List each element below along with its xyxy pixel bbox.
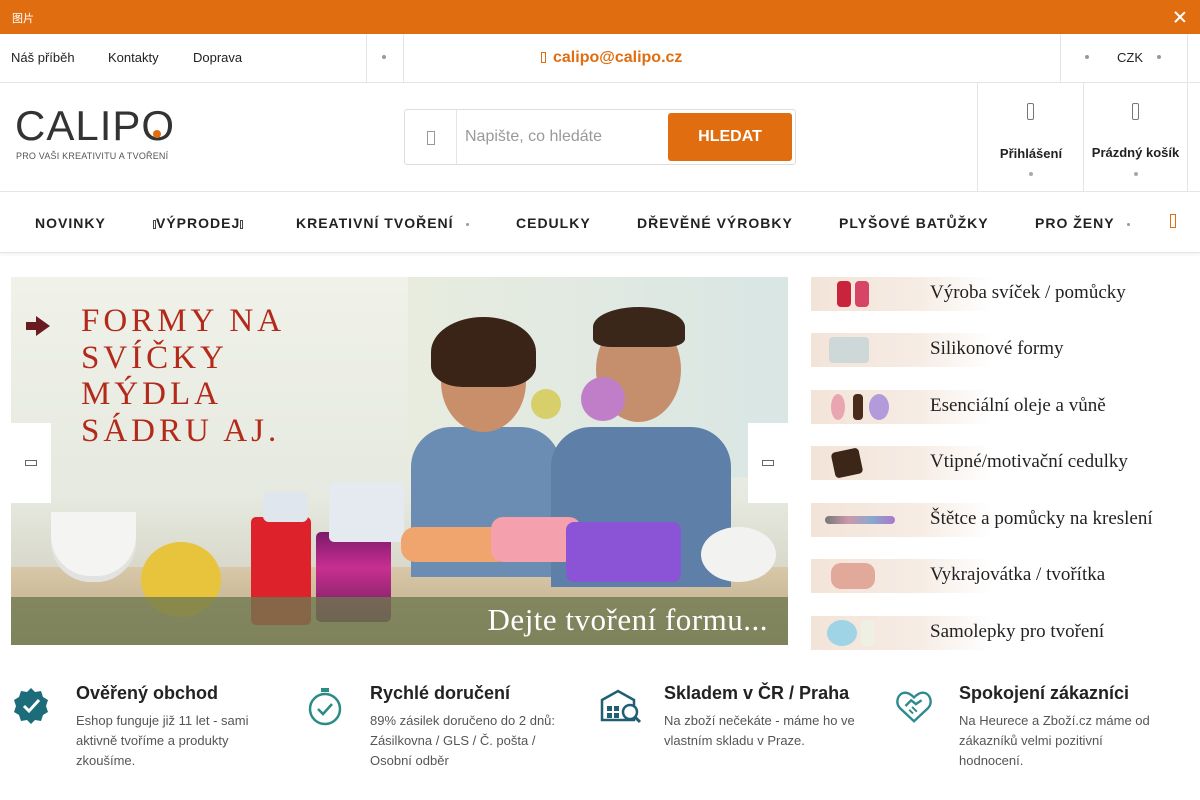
email-text: calipo@calipo.cz [553, 49, 683, 66]
woman-hair [431, 317, 536, 387]
dropdown-icon[interactable] [382, 55, 386, 59]
hero-banner[interactable]: FORMY NA SVÍČKY MÝDLA SÁDRU AJ. Dejte tv… [11, 277, 788, 645]
category-essential-oils[interactable]: Esenciální oleje a vůně [811, 390, 1189, 424]
logo-tagline: PRO VAŠI KREATIVITU A TVOŘENÍ [16, 151, 169, 161]
category-label: Vykrajovátka / tvořítka [930, 564, 1106, 585]
benefit-satisfied-customers: Spokojení zákazníci Na Heurece a Zboží.c… [895, 683, 1185, 783]
banner-tagline: Dejte tvoření formu... [487, 602, 768, 637]
benefit-title: Skladem v ČR / Praha [664, 683, 850, 703]
soap-flower [531, 389, 561, 419]
nav-item-vyprodej[interactable]: VÝPRODEJ [153, 215, 244, 231]
category-label: Esenciální oleje a vůně [930, 395, 1106, 416]
divider [366, 34, 367, 82]
candle-mold [329, 482, 404, 542]
more-menu-icon[interactable] [1170, 214, 1176, 228]
search-button[interactable]: HLEDAT [668, 113, 792, 161]
link-contacts[interactable]: Kontakty [108, 50, 159, 65]
benefit-verified-shop: Ověřený obchod Eshop funguje již 11 let … [12, 683, 302, 783]
chevron-down-icon [1126, 222, 1130, 226]
email-link[interactable]: calipo@calipo.cz [541, 49, 682, 67]
nav-item-pro-zeny[interactable]: PRO ŽENY [1035, 215, 1130, 231]
close-icon[interactable] [1174, 11, 1186, 23]
category-silicone-molds[interactable]: Silikonové formy [811, 333, 1189, 367]
category-label: Vtipné/motivační cedulky [930, 451, 1128, 472]
white-mold [701, 527, 776, 582]
divider [1060, 34, 1061, 82]
notice-bar: 图片 [0, 0, 1200, 34]
banner-headline: FORMY NA SVÍČKY MÝDLA SÁDRU AJ. [81, 303, 286, 449]
handshake-heart-icon [896, 691, 932, 723]
user-icon [1027, 103, 1034, 120]
slider-prev-button[interactable] [11, 423, 51, 503]
nav-label: KREATIVNÍ TVOŘENÍ [296, 215, 454, 231]
login-label: Přihlášení [999, 146, 1063, 161]
chevron-down-icon [1029, 172, 1033, 176]
man-hair [593, 307, 685, 347]
slider-next-button[interactable] [748, 423, 788, 503]
soap-flower [581, 377, 625, 421]
benefit-text: Na zboží nečekáte - máme ho ve vlastním … [664, 713, 855, 748]
category-brushes[interactable]: Štětce a pomůcky na kreslení [811, 503, 1189, 537]
benefit-title: Ověřený obchod [76, 683, 219, 703]
benefit-title: Spokojení zákazníci [959, 683, 1130, 703]
nav-item-kreativni-tvoreni[interactable]: KREATIVNÍ TVOŘENÍ [296, 215, 469, 231]
benefit-text: Eshop funguje již 11 let - sami aktivně … [76, 713, 249, 768]
category-label: Štětce a pomůcky na kreslení [930, 508, 1153, 529]
site-logo[interactable]: CALIPO PRO VAŠI KREATIVITU A TVOŘENÍ [15, 105, 174, 167]
category-label: Samolepky pro tvoření [930, 621, 1105, 642]
envelope-icon [541, 52, 546, 63]
utility-bar: Náš příběh Kontakty Doprava calipo@calip… [0, 34, 1200, 83]
nav-item-novinky[interactable]: NOVINKY [35, 215, 106, 231]
category-label: Výroba svíček / pomůcky [930, 282, 1126, 303]
flame-icon [240, 220, 244, 229]
stopwatch-icon [308, 688, 342, 726]
benefit-title: Rychlé doručení [370, 683, 511, 703]
arrow-right-icon [26, 316, 50, 336]
nav-item-plysove-batuzky[interactable]: PLYŠOVÉ BATŮŽKY [839, 215, 989, 231]
search-input[interactable] [465, 124, 665, 150]
cart-icon [1132, 103, 1139, 120]
notice-text: 图片 [12, 13, 34, 25]
cart-label: Prázdný košík [1091, 145, 1180, 160]
site-header: CALIPO PRO VAŠI KREATIVITU A TVOŘENÍ HLE… [0, 83, 1200, 192]
chevron-down-icon[interactable] [1157, 55, 1161, 59]
currency-icon [1085, 55, 1089, 59]
benefit-text: Na Heurece a Zboží.cz máme od zákazníků … [959, 713, 1150, 768]
category-signs[interactable]: Vtipné/motivační cedulky [811, 446, 1189, 480]
category-candle-making[interactable]: Výroba svíček / pomůcky [811, 277, 1189, 311]
divider [1187, 34, 1188, 82]
chevron-down-icon [1134, 172, 1138, 176]
logo-wordmark: CALIPO [15, 102, 176, 149]
category-label: Silikonové formy [930, 338, 1064, 359]
nav-label: PRO ŽENY [1035, 215, 1115, 231]
category-stickers[interactable]: Samolepky pro tvoření [811, 616, 1189, 650]
banner-tagline-bar: Dejte tvoření formu... [11, 597, 788, 645]
candle-mold [263, 492, 308, 522]
main-nav: NOVINKY VÝPRODEJ KREATIVNÍ TVOŘENÍ CEDUL… [0, 192, 1200, 253]
search-bar: HLEDAT [404, 109, 796, 165]
cart-button[interactable]: Prázdný košík [1083, 83, 1188, 191]
chevron-down-icon [465, 222, 469, 226]
benefit-text: 89% zásilek doručeno do 2 dnů: Zásilkovn… [370, 713, 556, 768]
verified-badge-icon [14, 688, 48, 724]
warehouse-icon [600, 689, 642, 724]
benefit-in-stock: Skladem v ČR / Praha Na zboží nečekáte -… [600, 683, 890, 783]
currency-selector[interactable]: CZK [1117, 50, 1143, 65]
category-cutters[interactable]: Vykrajovátka / tvořítka [811, 559, 1189, 593]
nav-item-cedulky[interactable]: CEDULKY [516, 215, 591, 231]
purple-mold [566, 522, 681, 582]
nav-item-drevene-vyrobky[interactable]: DŘEVĚNÉ VÝROBKY [637, 215, 793, 231]
link-our-story[interactable]: Náš příběh [11, 50, 75, 65]
logo-dot [153, 130, 161, 138]
search-icon [405, 110, 457, 164]
benefit-fast-delivery: Rychlé doručení 89% zásilek doručeno do … [306, 683, 596, 783]
link-shipping[interactable]: Doprava [193, 50, 242, 65]
login-button[interactable]: Přihlášení [977, 83, 1084, 191]
nav-label: VÝPRODEJ [156, 215, 241, 231]
divider [403, 34, 404, 82]
